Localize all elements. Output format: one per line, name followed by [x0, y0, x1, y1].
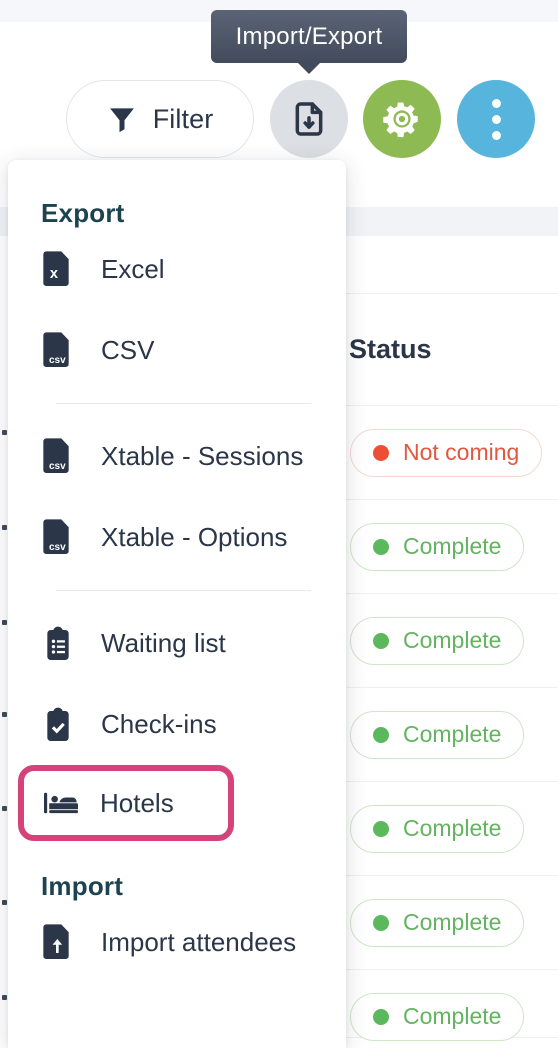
import-export-dropdown: Export x Excel csv CSV csv Xtable - Sessions c…	[8, 160, 346, 1048]
status-dot-icon	[373, 726, 389, 743]
menu-item-hotels[interactable]: Hotels	[18, 765, 234, 841]
header-actions: Filter	[0, 78, 558, 160]
svg-text:x: x	[50, 266, 59, 282]
status-label: Complete	[403, 815, 502, 841]
import-export-button[interactable]	[270, 80, 348, 158]
status-dot-icon	[373, 820, 389, 837]
status-label: Complete	[403, 721, 502, 747]
file-csv-icon: csv	[41, 518, 75, 558]
tooltip-label: Import/Export	[235, 22, 383, 50]
row-content-fragment	[2, 995, 7, 1000]
menu-item-label: Xtable - Options	[101, 522, 288, 552]
import-menu-items: Import attendees	[8, 902, 346, 983]
status-dot-icon	[373, 444, 389, 461]
status-badge: Complete	[350, 992, 525, 1041]
menu-item-import-attendees[interactable]: Import attendees	[8, 902, 346, 983]
gear-icon	[381, 98, 423, 140]
menu-item-excel[interactable]: x Excel	[8, 229, 346, 310]
menu-item-label: Xtable - Sessions	[101, 441, 304, 471]
status-label: Complete	[403, 909, 502, 935]
column-header-status: Status	[349, 334, 432, 364]
menu-item-label: Import attendees	[101, 927, 297, 957]
menu-item-check-ins[interactable]: Check-ins	[8, 684, 346, 765]
menu-item-label: Check-ins	[101, 709, 217, 739]
tooltip-arrow	[297, 62, 321, 74]
status-badge: Not coming	[350, 428, 543, 477]
status-badge: Complete	[350, 710, 525, 759]
more-options-button[interactable]	[457, 80, 535, 158]
status-dot-icon	[373, 632, 389, 649]
menu-divider	[56, 403, 311, 404]
row-content-fragment	[2, 712, 7, 717]
svg-text:csv: csv	[49, 542, 66, 553]
export-section-heading: Export	[41, 198, 125, 228]
file-csv-icon: csv	[41, 331, 75, 371]
file-download-icon	[289, 99, 329, 139]
filter-button[interactable]: Filter	[66, 80, 254, 158]
menu-item-label: Waiting list	[101, 628, 226, 658]
status-dot-icon	[373, 538, 389, 555]
import-section-heading: Import	[41, 871, 124, 901]
file-csv-icon: csv	[41, 437, 75, 477]
status-badge: Complete	[350, 804, 525, 853]
svg-text:csv: csv	[49, 355, 66, 366]
status-badge: Complete	[350, 898, 525, 947]
menu-item-xtable-options[interactable]: csv Xtable - Options	[8, 497, 346, 578]
row-content-fragment	[2, 620, 7, 625]
clipboard-check-icon	[41, 705, 75, 745]
menu-item-label: CSV	[101, 335, 155, 365]
menu-item-waiting-list[interactable]: Waiting list	[8, 603, 346, 684]
status-dot-icon	[373, 914, 389, 931]
status-label: Not coming	[403, 439, 520, 465]
app-screen: Status Not coming Complete Complete Complet…	[0, 0, 558, 1048]
status-badge: Complete	[350, 616, 525, 665]
menu-divider	[56, 590, 311, 591]
status-label: Complete	[403, 533, 502, 559]
bed-icon	[44, 783, 78, 823]
settings-button[interactable]	[363, 80, 441, 158]
status-label: Complete	[403, 1003, 502, 1029]
row-content-fragment	[2, 900, 7, 905]
menu-item-label: Hotels	[100, 787, 174, 818]
more-vertical-icon	[491, 98, 501, 140]
import-export-tooltip: Import/Export	[211, 10, 407, 74]
clipboard-list-icon	[41, 624, 75, 664]
filter-button-label: Filter	[152, 103, 214, 134]
menu-item-xtable-sessions[interactable]: csv Xtable - Sessions	[8, 416, 346, 497]
file-upload-icon	[41, 923, 75, 963]
svg-text:csv: csv	[49, 461, 66, 472]
row-content-fragment	[2, 430, 7, 435]
status-dot-icon	[373, 1008, 389, 1025]
funnel-icon	[107, 104, 137, 134]
row-content-fragment	[2, 525, 7, 530]
row-content-fragment	[2, 806, 7, 811]
menu-item-label: Excel	[101, 254, 165, 284]
status-badge: Complete	[350, 522, 525, 571]
export-menu-items: x Excel csv CSV csv Xtable - Sessions csv Xtabl…	[8, 229, 346, 841]
file-excel-icon: x	[41, 250, 75, 290]
menu-item-csv[interactable]: csv CSV	[8, 310, 346, 391]
status-label: Complete	[403, 627, 502, 653]
